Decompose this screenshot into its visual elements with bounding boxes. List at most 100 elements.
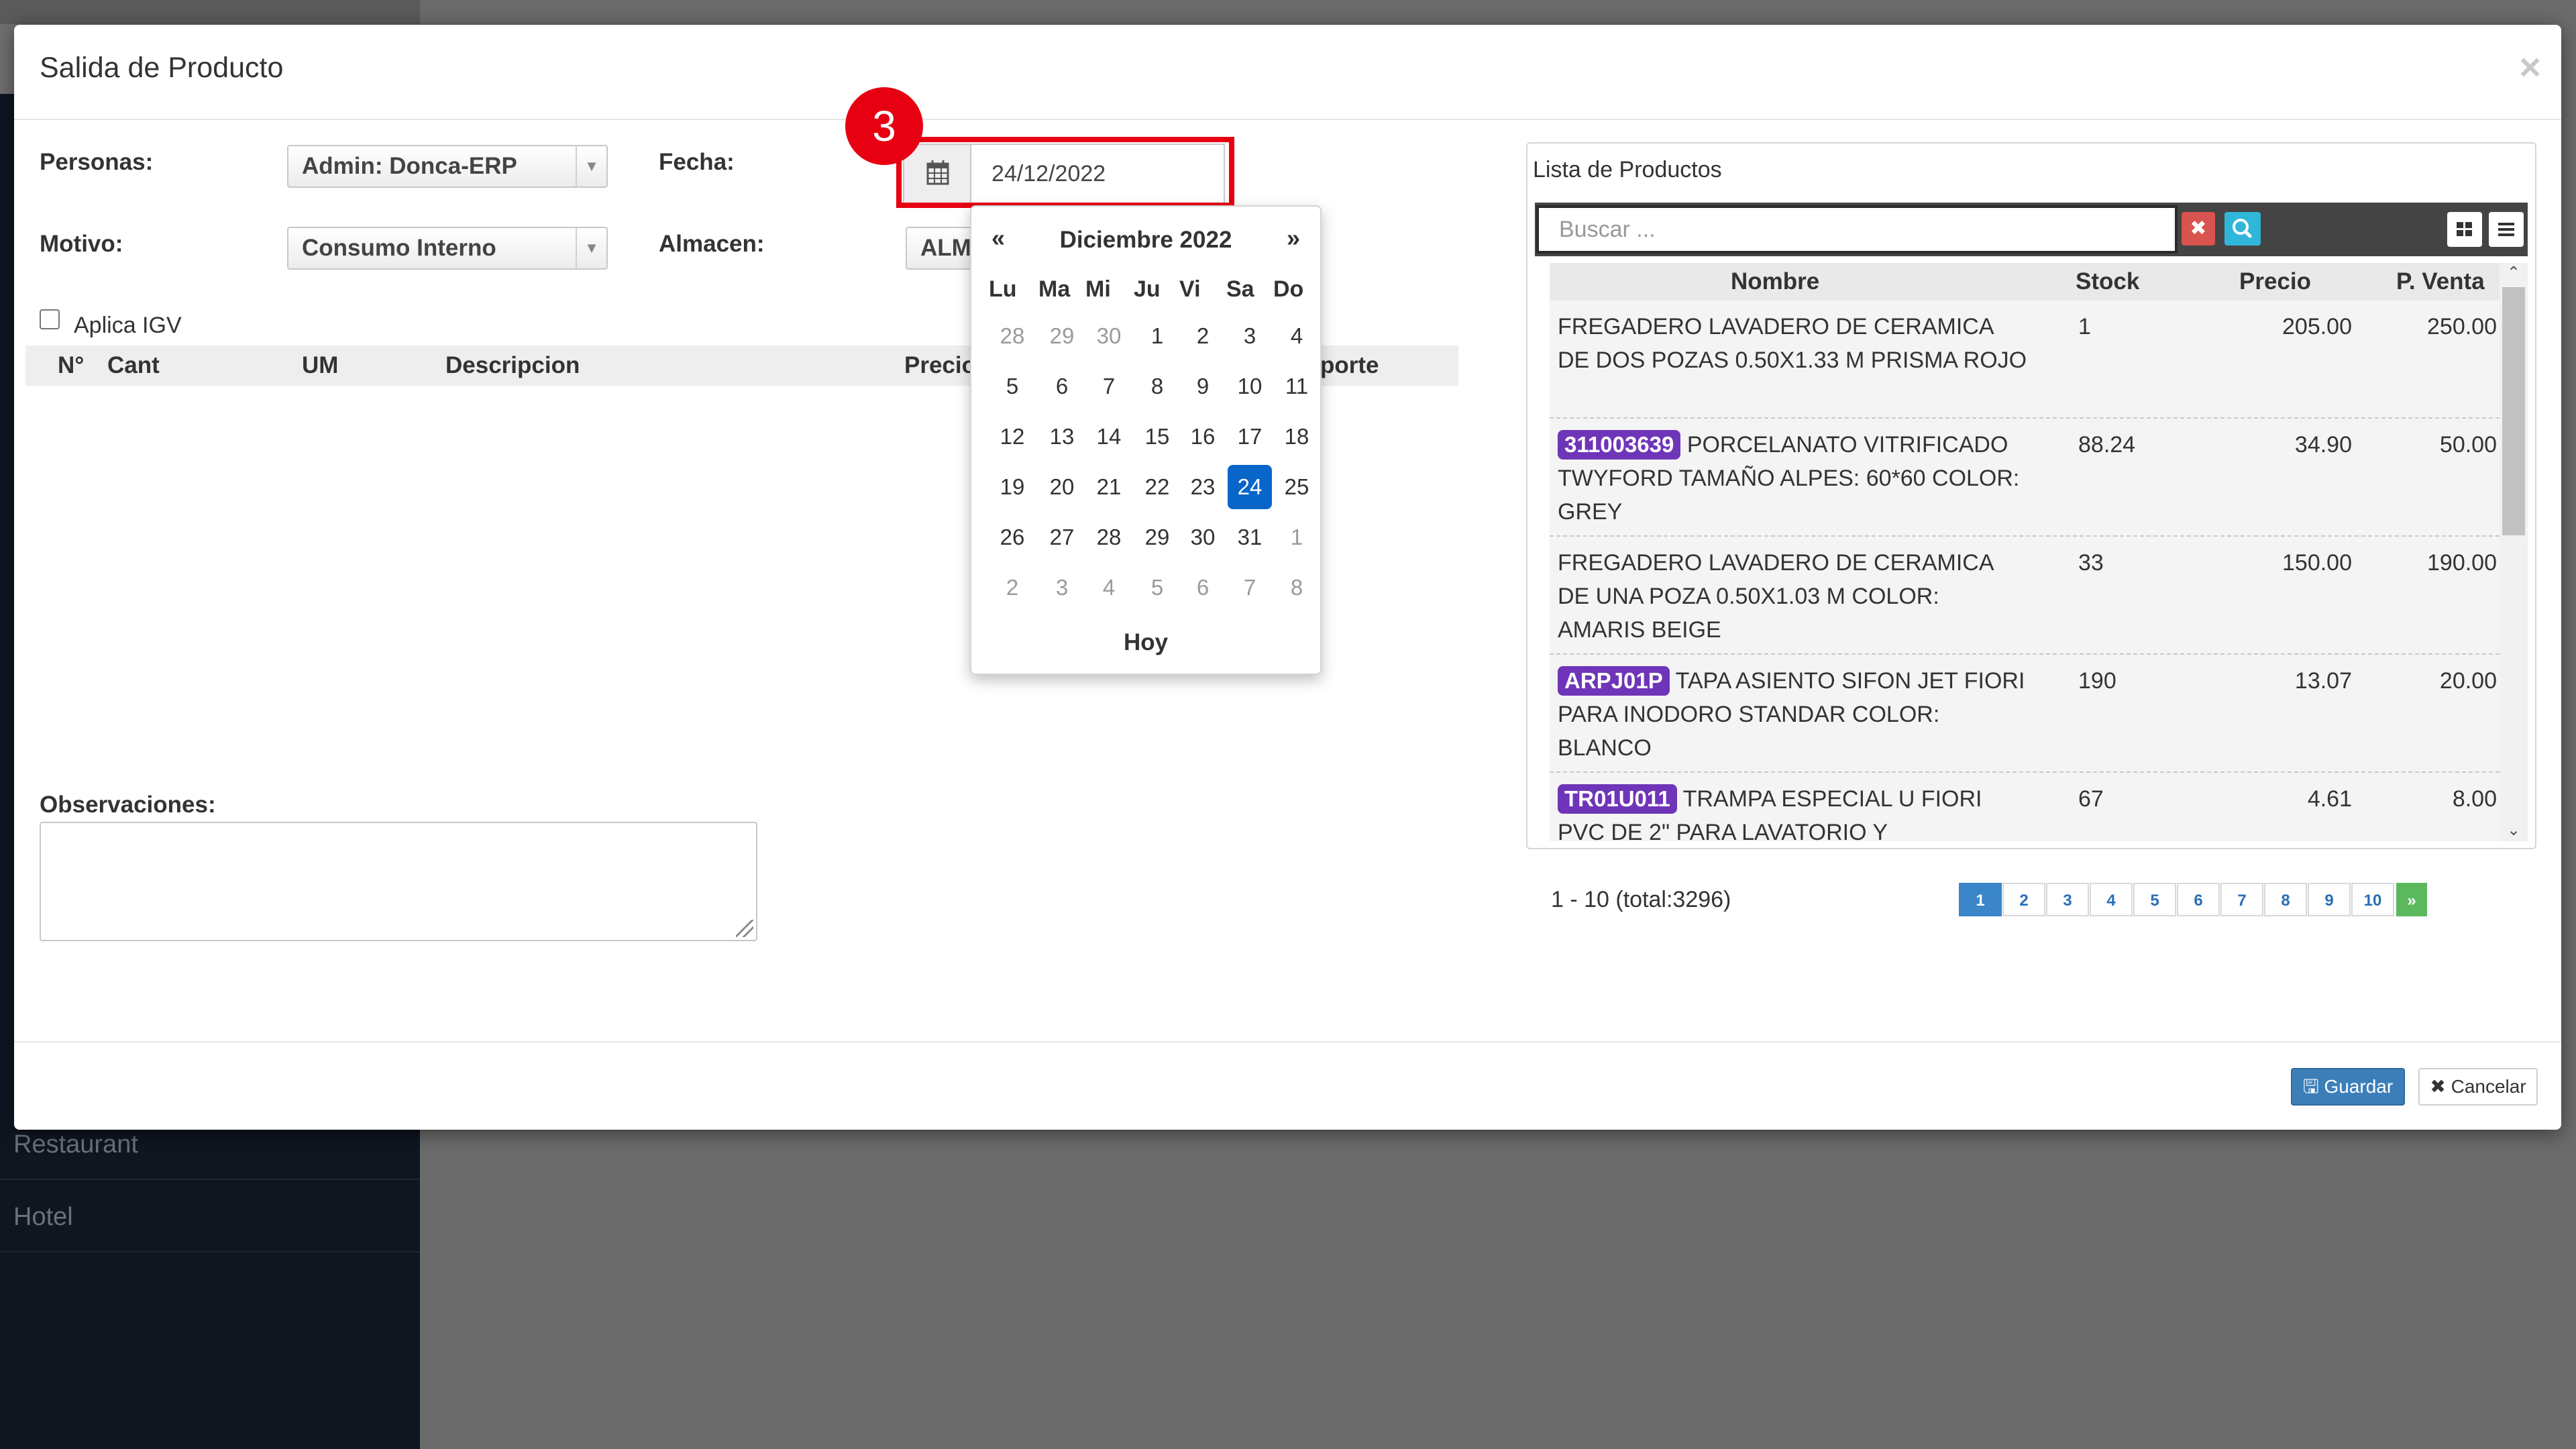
datepicker-day[interactable]: 5: [1135, 566, 1179, 610]
modal-title: Salida de Producto: [40, 52, 284, 84]
page-button-9[interactable]: 9: [2308, 883, 2351, 916]
close-icon: ✖: [2430, 1076, 2446, 1097]
cancelar-button[interactable]: ✖ Cancelar: [2418, 1068, 2538, 1106]
datepicker-day[interactable]: 11: [1275, 364, 1319, 409]
close-icon[interactable]: ×: [2519, 45, 2541, 89]
datepicker-today-button[interactable]: Hoy: [971, 629, 1320, 656]
table-row[interactable]: ARPJ01P TAPA ASIENTO SIFON JET FIORI PAR…: [1550, 655, 2500, 773]
datepicker-day[interactable]: 13: [1040, 415, 1084, 459]
sidebar-item-hotel[interactable]: Hotel: [0, 1181, 420, 1252]
datepicker-day[interactable]: 7: [1228, 566, 1272, 610]
page-button-8[interactable]: 8: [2264, 883, 2307, 916]
search-icon: [2233, 219, 2252, 238]
scrollbar-thumb[interactable]: [2502, 287, 2525, 535]
aplica-igv-checkbox[interactable]: [40, 309, 60, 329]
product-list-scrollbar[interactable]: ⌃ ⌄: [2500, 263, 2528, 841]
datepicker-day[interactable]: 30: [1181, 515, 1225, 559]
datepicker-day[interactable]: 28: [1087, 515, 1131, 559]
datepicker-day[interactable]: 2: [990, 566, 1034, 610]
product-search-input[interactable]: Buscar ...: [1536, 205, 2178, 254]
datepicker-day[interactable]: 29: [1040, 314, 1084, 358]
datepicker-day[interactable]: 25: [1275, 465, 1319, 509]
scroll-down-icon[interactable]: ⌄: [2500, 820, 2528, 840]
page-button-5[interactable]: 5: [2133, 883, 2176, 916]
datepicker-day[interactable]: 10: [1228, 364, 1272, 409]
col-stock: Stock: [2076, 268, 2140, 294]
guardar-button[interactable]: 🖫 Guardar: [2291, 1068, 2405, 1106]
datepicker-next-button[interactable]: »: [1287, 224, 1300, 252]
datepicker-day[interactable]: 24: [1228, 465, 1272, 509]
product-stock: 33: [2078, 550, 2104, 576]
datepicker-day[interactable]: 20: [1040, 465, 1084, 509]
motivo-select[interactable]: Consumo Interno ▼: [287, 227, 608, 270]
datepicker-day[interactable]: 28: [990, 314, 1034, 358]
datepicker-day[interactable]: 12: [990, 415, 1034, 459]
datepicker-day[interactable]: 3: [1040, 566, 1084, 610]
datepicker-day[interactable]: 7: [1087, 364, 1131, 409]
datepicker-day[interactable]: 17: [1228, 415, 1272, 459]
page-button-3[interactable]: 3: [2046, 883, 2089, 916]
datepicker-day[interactable]: 15: [1135, 415, 1179, 459]
datepicker-day[interactable]: 4: [1275, 314, 1319, 358]
datepicker-day[interactable]: 2: [1181, 314, 1225, 358]
next-page-button[interactable]: »: [2396, 883, 2427, 916]
datepicker-day[interactable]: 6: [1181, 566, 1225, 610]
page-button-7[interactable]: 7: [2220, 883, 2263, 916]
observaciones-label: Observaciones:: [40, 792, 216, 818]
datepicker-day[interactable]: 26: [990, 515, 1034, 559]
datepicker-day[interactable]: 4: [1087, 566, 1131, 610]
datepicker-day[interactable]: 18: [1275, 415, 1319, 459]
datepicker-day[interactable]: 8: [1275, 566, 1319, 610]
page-button-10[interactable]: 10: [2351, 883, 2394, 916]
datepicker-popup: « Diciembre 2022 » Lu Ma Mi Ju Vi Sa Do 28 29 30…: [970, 205, 1322, 675]
page-button-4[interactable]: 4: [2090, 883, 2133, 916]
page-button-6[interactable]: 6: [2177, 883, 2220, 916]
table-row[interactable]: FREGADERO LAVADERO DE CERAMICA DE DOS PO…: [1550, 301, 2500, 419]
product-description: 311003639 PORCELANATO VITRIFICADO TWYFOR…: [1558, 428, 2027, 529]
product-sale: 20.00: [2439, 668, 2497, 694]
table-row[interactable]: FREGADERO LAVADERO DE CERAMICA DE UNA PO…: [1550, 537, 2500, 655]
grid-view-button[interactable]: [2447, 212, 2482, 247]
datepicker-day[interactable]: 23: [1181, 465, 1225, 509]
datepicker-day[interactable]: 19: [990, 465, 1034, 509]
close-icon: ✖: [2190, 217, 2207, 239]
table-row[interactable]: 311003639 PORCELANATO VITRIFICADO TWYFOR…: [1550, 419, 2500, 537]
page-button-1[interactable]: 1: [1959, 883, 2002, 916]
clear-search-button[interactable]: ✖: [2182, 212, 2215, 246]
personas-select[interactable]: Admin: Donca-ERP ▼: [287, 145, 608, 188]
col-numero: N°: [58, 352, 85, 378]
list-view-button[interactable]: [2489, 212, 2524, 247]
resize-grip-icon[interactable]: [736, 920, 753, 937]
product-sale: 190.00: [2427, 550, 2497, 576]
datepicker-day[interactable]: 29: [1135, 515, 1179, 559]
datepicker-day[interactable]: 5: [990, 364, 1034, 409]
datepicker-day[interactable]: 16: [1181, 415, 1225, 459]
col-precio: Precio: [2239, 268, 2311, 294]
observaciones-textarea[interactable]: [40, 822, 757, 941]
datepicker-day[interactable]: 31: [1228, 515, 1272, 559]
product-description: ARPJ01P TAPA ASIENTO SIFON JET FIORI PAR…: [1558, 664, 2027, 765]
modal-header: Salida de Producto ×: [14, 25, 2561, 120]
page-button-2[interactable]: 2: [2002, 883, 2045, 916]
datepicker-day[interactable]: 8: [1135, 364, 1179, 409]
datepicker-day[interactable]: 3: [1228, 314, 1272, 358]
weekday-mi: Mi: [1085, 276, 1111, 302]
personas-label: Personas:: [40, 149, 154, 175]
datepicker-day[interactable]: 6: [1040, 364, 1084, 409]
product-sale: 8.00: [2452, 786, 2497, 812]
table-row[interactable]: TR01U011 TRAMPA ESPECIAL U FIORI PVC DE …: [1550, 773, 2500, 841]
scroll-up-icon[interactable]: ⌃: [2500, 263, 2528, 282]
datepicker-day[interactable]: 22: [1135, 465, 1179, 509]
search-button[interactable]: [2224, 212, 2261, 246]
col-nombre: Nombre: [1731, 268, 1820, 294]
datepicker-day[interactable]: 27: [1040, 515, 1084, 559]
chevron-down-icon: ▼: [576, 228, 606, 268]
datepicker-day[interactable]: 14: [1087, 415, 1131, 459]
datepicker-day[interactable]: 1: [1275, 515, 1319, 559]
datepicker-month-title[interactable]: Diciembre 2022: [971, 227, 1320, 254]
datepicker-day[interactable]: 1: [1135, 314, 1179, 358]
product-table-body: FREGADERO LAVADERO DE CERAMICA DE DOS PO…: [1550, 301, 2500, 841]
datepicker-day[interactable]: 9: [1181, 364, 1225, 409]
datepicker-day[interactable]: 30: [1087, 314, 1131, 358]
datepicker-day[interactable]: 21: [1087, 465, 1131, 509]
